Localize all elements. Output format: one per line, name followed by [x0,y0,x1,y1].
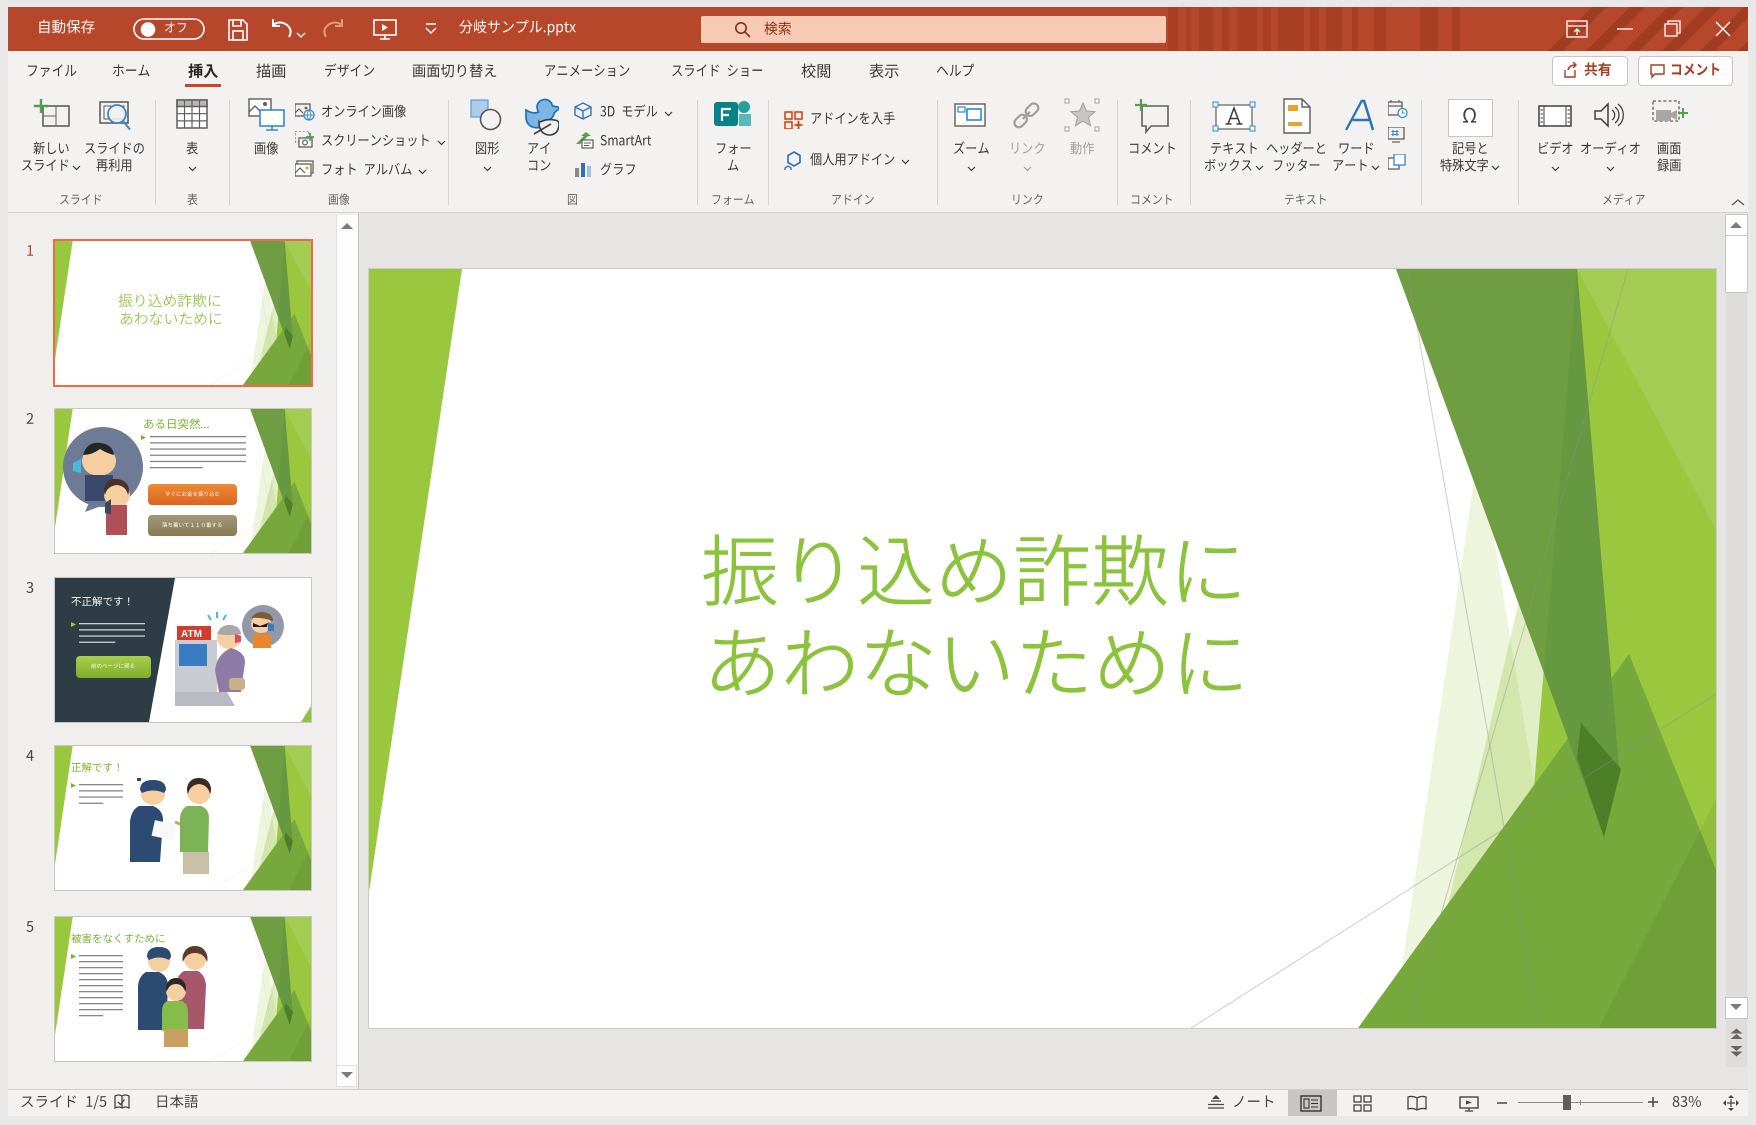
svg-text:ATM: ATM [181,629,202,640]
